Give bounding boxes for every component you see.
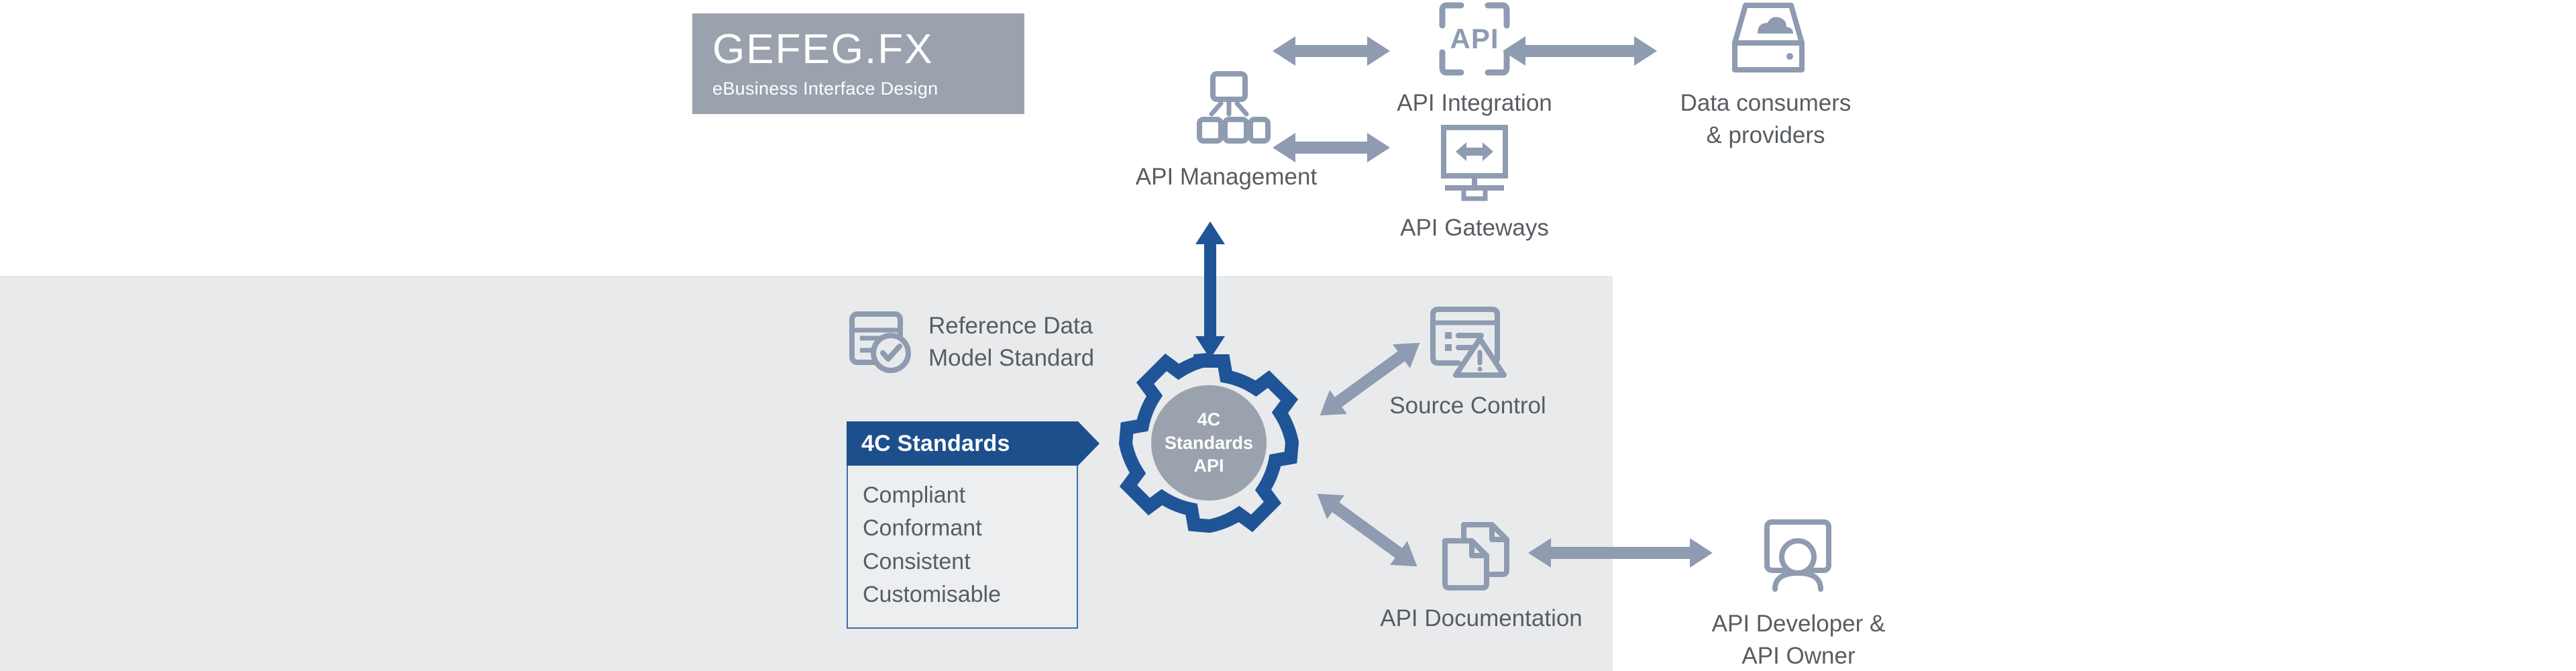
node-source-control[interactable]: Source Control xyxy=(1389,305,1582,422)
arrow-documentation-developer xyxy=(1528,534,1713,572)
diagram-canvas: GEFEG.FX eBusiness Interface Design API … xyxy=(0,0,2576,671)
network-hierarchy-icon xyxy=(1189,71,1327,152)
gefeg-fx-logo: GEFEG.FX eBusiness Interface Design xyxy=(692,13,1024,114)
node-data-consumers-label: Data consumers & providers xyxy=(1680,90,1851,149)
svg-text:API: API xyxy=(1450,23,1499,54)
node-api-developer-owner[interactable]: API Developer & API Owner xyxy=(1712,518,1909,671)
cloud-drive-icon xyxy=(1728,1,1873,76)
node-api-documentation-label: API Documentation xyxy=(1380,605,1582,631)
source-control-warning-icon xyxy=(1428,305,1582,379)
node-api-gateways[interactable]: API Gateways xyxy=(1400,125,1575,244)
node-data-consumers[interactable]: Data consumers & providers xyxy=(1680,1,1873,152)
node-reference-data-model-label: Reference Data Model Standard xyxy=(928,312,1095,371)
arrow-gear-management xyxy=(1191,221,1229,359)
gear-icon xyxy=(1118,353,1299,533)
developer-person-screen-icon xyxy=(1758,518,1909,597)
standards-list: Compliant Conformant Consistent Customis… xyxy=(847,466,1078,629)
logo-tagline: eBusiness Interface Design xyxy=(712,78,938,99)
banner-arrow-tip xyxy=(1078,421,1099,466)
node-reference-data-model[interactable]: Reference Data Model Standard xyxy=(847,309,1094,376)
list-item: Compliant xyxy=(863,482,966,508)
4c-standards-api-gear[interactable]: 4C Standards API xyxy=(1118,352,1300,534)
node-source-control-label: Source Control xyxy=(1389,393,1546,419)
api-brackets-icon: API xyxy=(1438,1,1575,76)
data-model-check-icon xyxy=(847,309,914,376)
standards-banner: 4C Standards xyxy=(847,421,1099,466)
arrow-management-integration xyxy=(1273,32,1390,70)
standards-callout-box[interactable]: 4C Standards Compliant Conformant Consis… xyxy=(847,421,1099,629)
standards-banner-label: 4C Standards xyxy=(861,430,1010,456)
logo-wordmark: GEFEG.FX xyxy=(712,25,934,72)
node-api-developer-owner-label: API Developer & API Owner xyxy=(1711,611,1886,670)
node-api-integration[interactable]: API API Integration xyxy=(1397,1,1575,119)
list-item: Consistent xyxy=(863,548,971,574)
gateway-monitor-icon xyxy=(1436,125,1575,201)
node-api-management[interactable]: API Management xyxy=(1136,71,1327,193)
list-item: Customisable xyxy=(863,581,1001,607)
node-api-integration-label: API Integration xyxy=(1397,90,1552,116)
node-api-management-label: API Management xyxy=(1135,164,1318,190)
list-item: Conformant xyxy=(863,515,982,541)
node-api-gateways-label: API Gateways xyxy=(1400,215,1549,241)
